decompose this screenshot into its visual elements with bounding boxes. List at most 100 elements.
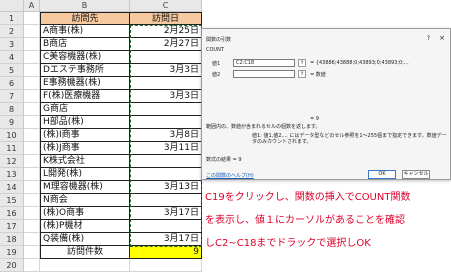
row-header[interactable]: 2 [0,25,24,38]
row-header[interactable]: 10 [0,129,24,142]
cell-a[interactable] [24,12,40,25]
row-header[interactable]: 1 [0,12,24,25]
cell-a[interactable] [24,51,40,64]
cell-a[interactable] [24,220,40,233]
cell-b[interactable] [40,259,130,272]
visit-date-cell[interactable]: 3月13日 [130,181,202,194]
dialog-title: 関数の引数 [206,37,232,43]
total-label-cell[interactable]: 訪問件数 [40,246,130,259]
visit-target-cell[interactable]: (株)P機材 [40,220,130,233]
visit-date-cell[interactable] [130,168,202,181]
total-value-cell[interactable]: 9 [130,246,202,259]
cell-a[interactable] [24,194,40,207]
cell-a[interactable] [24,142,40,155]
visit-target-cell[interactable]: H部品(株) [40,116,130,129]
cell-a[interactable] [24,25,40,38]
visit-target-cell[interactable]: M理容機器(株) [40,181,130,194]
cell-a[interactable] [24,259,40,272]
visit-date-cell[interactable] [130,51,202,64]
visit-date-cell[interactable]: 3月8日 [130,129,202,142]
row-header[interactable]: 12 [0,155,24,168]
close-icon[interactable]: × [439,34,445,42]
arg2-input[interactable] [233,70,295,78]
visit-date-cell[interactable] [130,155,202,168]
row-header[interactable]: 14 [0,181,24,194]
cell-a[interactable] [24,155,40,168]
arg2-ref-button[interactable]: ↑ [298,70,306,78]
visit-date-cell[interactable]: 2月25日 [130,25,202,38]
visit-date-cell[interactable] [130,220,202,233]
cell-a[interactable] [24,116,40,129]
row-header[interactable]: 16 [0,207,24,220]
function-result: = 9 [310,116,319,122]
row-header[interactable]: 18 [0,233,24,246]
row-header[interactable]: 7 [0,90,24,103]
visit-target-cell[interactable]: C美容機器(株) [40,51,130,64]
row-header[interactable]: 20 [0,259,24,272]
visit-target-cell[interactable]: (株)O商事 [40,207,130,220]
row-header[interactable]: 15 [0,194,24,207]
row-header[interactable]: 17 [0,220,24,233]
header-visit-date[interactable]: 訪問日 [130,12,202,25]
arg1-label: 値1 [212,61,221,67]
row-header[interactable]: 4 [0,51,24,64]
visit-date-cell[interactable]: 3月17日 [130,233,202,246]
visit-target-cell[interactable]: B商店 [40,38,130,51]
cell-a[interactable] [24,168,40,181]
cell-a[interactable] [24,233,40,246]
arg1-ref-button[interactable]: ↑ [298,59,306,67]
cell-a[interactable] [24,64,40,77]
header-visit-target[interactable]: 訪問先 [40,12,130,25]
instruction-line-3: しC2~C18までドラックで選択しOK [205,238,371,249]
visit-target-cell[interactable]: L開発(株) [40,168,130,181]
arg1-input[interactable]: C2:C18 [233,59,295,67]
visit-date-cell[interactable]: 3月17日 [130,207,202,220]
help-link[interactable]: この関数のヘルプ(H) [206,172,254,179]
row-header[interactable]: 5 [0,64,24,77]
row-header[interactable]: 13 [0,168,24,181]
visit-date-cell[interactable] [130,77,202,90]
visit-target-cell[interactable]: F(株)医療機器 [40,90,130,103]
help-icon[interactable]: ? [427,35,430,42]
visit-date-cell[interactable] [130,103,202,116]
cell-a[interactable] [24,207,40,220]
function-description: 範囲内の、数値が含まれるセルの個数を返します。 [206,124,321,130]
row-header[interactable]: 19 [0,246,24,259]
argument-help: 値1: 値1,値2,... にはデータ型などのセル参照を1〜255個まで指定でき… [252,133,447,145]
cell-a[interactable] [24,90,40,103]
visit-target-cell[interactable]: N商会 [40,194,130,207]
visit-date-cell[interactable] [130,116,202,129]
column-header-a[interactable]: A [24,0,40,12]
column-header-b[interactable]: B [40,0,130,12]
ok-button[interactable]: OK [368,170,396,179]
row-header[interactable]: 9 [0,116,24,129]
column-header-c[interactable]: C [130,0,202,12]
cell-a[interactable] [24,129,40,142]
cell-a[interactable] [24,103,40,116]
function-name: COUNT [206,47,224,53]
visit-target-cell[interactable]: G商店 [40,103,130,116]
cell-a[interactable] [24,246,40,259]
visit-target-cell[interactable]: K株式会社 [40,155,130,168]
cell-a[interactable] [24,181,40,194]
visit-target-cell[interactable]: Dエステ事務所 [40,64,130,77]
cell-a[interactable] [24,77,40,90]
visit-target-cell[interactable]: Q装備(株) [40,233,130,246]
visit-date-cell[interactable]: 2月27日 [130,38,202,51]
visit-target-cell[interactable]: (株)J商事 [40,142,130,155]
visit-target-cell[interactable]: (株)I商事 [40,129,130,142]
select-all-corner[interactable] [0,0,24,12]
row-header[interactable]: 8 [0,103,24,116]
visit-date-cell[interactable]: 3月3日 [130,64,202,77]
row-header[interactable]: 3 [0,38,24,51]
visit-target-cell[interactable]: E事務機器(株) [40,77,130,90]
cancel-button[interactable]: キャンセル [402,170,430,179]
visit-date-cell[interactable]: 3月3日 [130,90,202,103]
cell-a[interactable] [24,38,40,51]
visit-date-cell[interactable]: 3月11日 [130,142,202,155]
visit-target-cell[interactable]: A商事(株) [40,25,130,38]
cell-c[interactable] [130,259,202,272]
row-header[interactable]: 11 [0,142,24,155]
visit-date-cell[interactable] [130,194,202,207]
row-header[interactable]: 6 [0,77,24,90]
